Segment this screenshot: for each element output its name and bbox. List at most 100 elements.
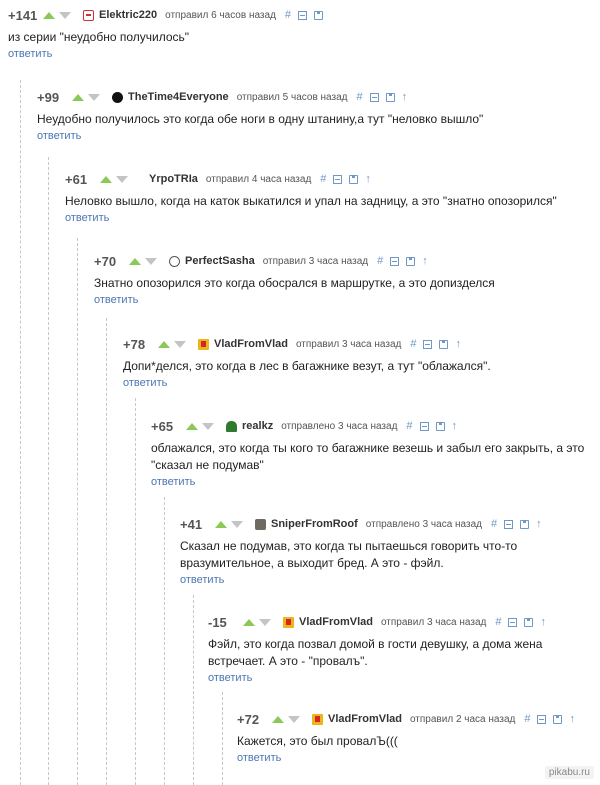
vote-down-icon[interactable] bbox=[88, 93, 100, 101]
reply-link[interactable]: ответить bbox=[8, 48, 592, 60]
comment-rating: +72 bbox=[237, 711, 260, 727]
permalink-icon[interactable]: # bbox=[410, 338, 416, 350]
save-icon[interactable] bbox=[385, 92, 395, 102]
permalink-icon[interactable]: # bbox=[357, 91, 363, 103]
reply-link[interactable]: ответить bbox=[180, 574, 592, 586]
thread-line bbox=[135, 398, 136, 785]
comment-text: Знатно опозорился это когда обосрался в … bbox=[94, 276, 495, 290]
reply-link[interactable]: ответить bbox=[65, 212, 592, 224]
save-icon[interactable] bbox=[314, 10, 324, 20]
comment-rating: -15 bbox=[208, 614, 227, 630]
save-icon[interactable] bbox=[553, 714, 563, 724]
comment-author[interactable]: PerfectSasha bbox=[185, 255, 255, 267]
collapse-icon[interactable] bbox=[419, 421, 429, 431]
comment-rating: +61 bbox=[65, 171, 88, 187]
permalink-icon[interactable]: # bbox=[377, 255, 383, 267]
vote-up-icon[interactable] bbox=[215, 520, 227, 528]
avatar[interactable] bbox=[198, 338, 209, 350]
reply-link[interactable]: ответить bbox=[208, 672, 592, 684]
thread-line bbox=[20, 80, 21, 785]
avatar[interactable] bbox=[112, 91, 123, 103]
collapse-icon[interactable] bbox=[390, 256, 400, 266]
vote-up-icon[interactable] bbox=[272, 715, 284, 723]
permalink-icon[interactable]: # bbox=[491, 518, 497, 530]
comment-author[interactable]: VladFromVlad bbox=[214, 338, 288, 350]
permalink-icon[interactable]: # bbox=[406, 420, 412, 432]
collapse-icon[interactable] bbox=[537, 714, 547, 724]
vote-up-icon[interactable] bbox=[100, 175, 112, 183]
comment-header: -15 VladFromVlad отправил 3 часа назад #… bbox=[208, 613, 592, 631]
parent-comment-icon[interactable]: ↑ bbox=[540, 616, 546, 628]
reply-link[interactable]: ответить bbox=[123, 377, 592, 389]
save-icon[interactable] bbox=[349, 174, 359, 184]
comment: -15 VladFromVlad отправил 3 часа назад #… bbox=[208, 613, 592, 685]
comment-author[interactable]: TheTime4Everyone bbox=[128, 91, 229, 103]
vote-up-icon[interactable] bbox=[186, 422, 198, 430]
parent-comment-icon[interactable]: ↑ bbox=[452, 420, 458, 432]
collapse-icon[interactable] bbox=[423, 339, 433, 349]
parent-comment-icon[interactable]: ↑ bbox=[402, 91, 408, 103]
collapse-icon[interactable] bbox=[298, 10, 308, 20]
comment-author[interactable]: SniperFromRoof bbox=[271, 518, 358, 530]
comment-author[interactable]: Elektric220 bbox=[99, 9, 157, 21]
permalink-icon[interactable]: # bbox=[285, 9, 291, 21]
comment-author[interactable]: VladFromVlad bbox=[299, 616, 373, 628]
vote-up-icon[interactable] bbox=[43, 11, 55, 19]
reply-link[interactable]: ответить bbox=[94, 294, 592, 306]
parent-comment-icon[interactable]: ↑ bbox=[365, 173, 371, 185]
vote-up-icon[interactable] bbox=[158, 340, 170, 348]
vote-up-icon[interactable] bbox=[243, 618, 255, 626]
vote-down-icon[interactable] bbox=[174, 340, 186, 348]
parent-comment-icon[interactable]: ↑ bbox=[455, 338, 461, 350]
reply-link[interactable]: ответить bbox=[151, 476, 592, 488]
comment: +141 Elektric220 отправил 6 часов назад … bbox=[8, 6, 592, 60]
avatar[interactable] bbox=[140, 174, 144, 185]
save-icon[interactable] bbox=[406, 256, 416, 266]
avatar[interactable] bbox=[169, 255, 180, 267]
vote-down-icon[interactable] bbox=[145, 257, 157, 265]
collapse-icon[interactable] bbox=[333, 174, 343, 184]
avatar[interactable] bbox=[312, 713, 323, 725]
avatar[interactable] bbox=[226, 420, 237, 432]
avatar[interactable] bbox=[283, 616, 294, 628]
collapse-icon[interactable] bbox=[504, 519, 514, 529]
save-icon[interactable] bbox=[435, 421, 445, 431]
save-icon[interactable] bbox=[439, 339, 449, 349]
comment-author[interactable]: realkz bbox=[242, 420, 273, 432]
vote-down-icon[interactable] bbox=[231, 520, 243, 528]
comment-rating: +141 bbox=[8, 7, 38, 23]
comment-timestamp: отправил 4 часа назад bbox=[205, 173, 312, 185]
permalink-icon[interactable]: # bbox=[524, 713, 530, 725]
comment-header: +72 VladFromVlad отправил 2 часа назад #… bbox=[237, 710, 592, 728]
comment-text: Кажется, это был провалЪ((( bbox=[237, 734, 398, 748]
vote-down-icon[interactable] bbox=[116, 175, 128, 183]
comment-author[interactable]: VladFromVlad bbox=[328, 713, 402, 725]
reply-link[interactable]: ответить bbox=[237, 752, 592, 764]
vote-up-icon[interactable] bbox=[129, 257, 141, 265]
comment-tools: # ↑ bbox=[377, 255, 428, 267]
collapse-icon[interactable] bbox=[369, 92, 379, 102]
avatar[interactable] bbox=[255, 518, 266, 530]
thread-line bbox=[77, 238, 78, 785]
comment-timestamp: отправил 3 часа назад bbox=[262, 255, 369, 267]
reply-link[interactable]: ответить bbox=[37, 130, 592, 142]
vote-up-icon[interactable] bbox=[72, 93, 84, 101]
parent-comment-icon[interactable]: ↑ bbox=[536, 518, 542, 530]
parent-comment-icon[interactable]: ↑ bbox=[422, 255, 428, 267]
collapse-icon[interactable] bbox=[508, 617, 518, 627]
vote-down-icon[interactable] bbox=[202, 422, 214, 430]
comment-text: Неудобно получилось это когда обе ноги в… bbox=[37, 112, 484, 126]
permalink-icon[interactable]: # bbox=[320, 173, 326, 185]
comment-author[interactable]: YrpoTRIa bbox=[149, 173, 198, 185]
vote-down-icon[interactable] bbox=[59, 11, 71, 19]
permalink-icon[interactable]: # bbox=[495, 616, 501, 628]
avatar[interactable] bbox=[83, 9, 94, 21]
parent-comment-icon[interactable]: ↑ bbox=[569, 713, 575, 725]
vote-down-icon[interactable] bbox=[259, 618, 271, 626]
save-icon[interactable] bbox=[524, 617, 534, 627]
comment-header: +99 TheTime4Everyone отправил 5 часов на… bbox=[37, 88, 592, 106]
vote-down-icon[interactable] bbox=[288, 715, 300, 723]
save-icon[interactable] bbox=[520, 519, 530, 529]
comment-timestamp: отправил 5 часов назад bbox=[236, 91, 348, 103]
comment: +72 VladFromVlad отправил 2 часа назад #… bbox=[237, 710, 592, 765]
